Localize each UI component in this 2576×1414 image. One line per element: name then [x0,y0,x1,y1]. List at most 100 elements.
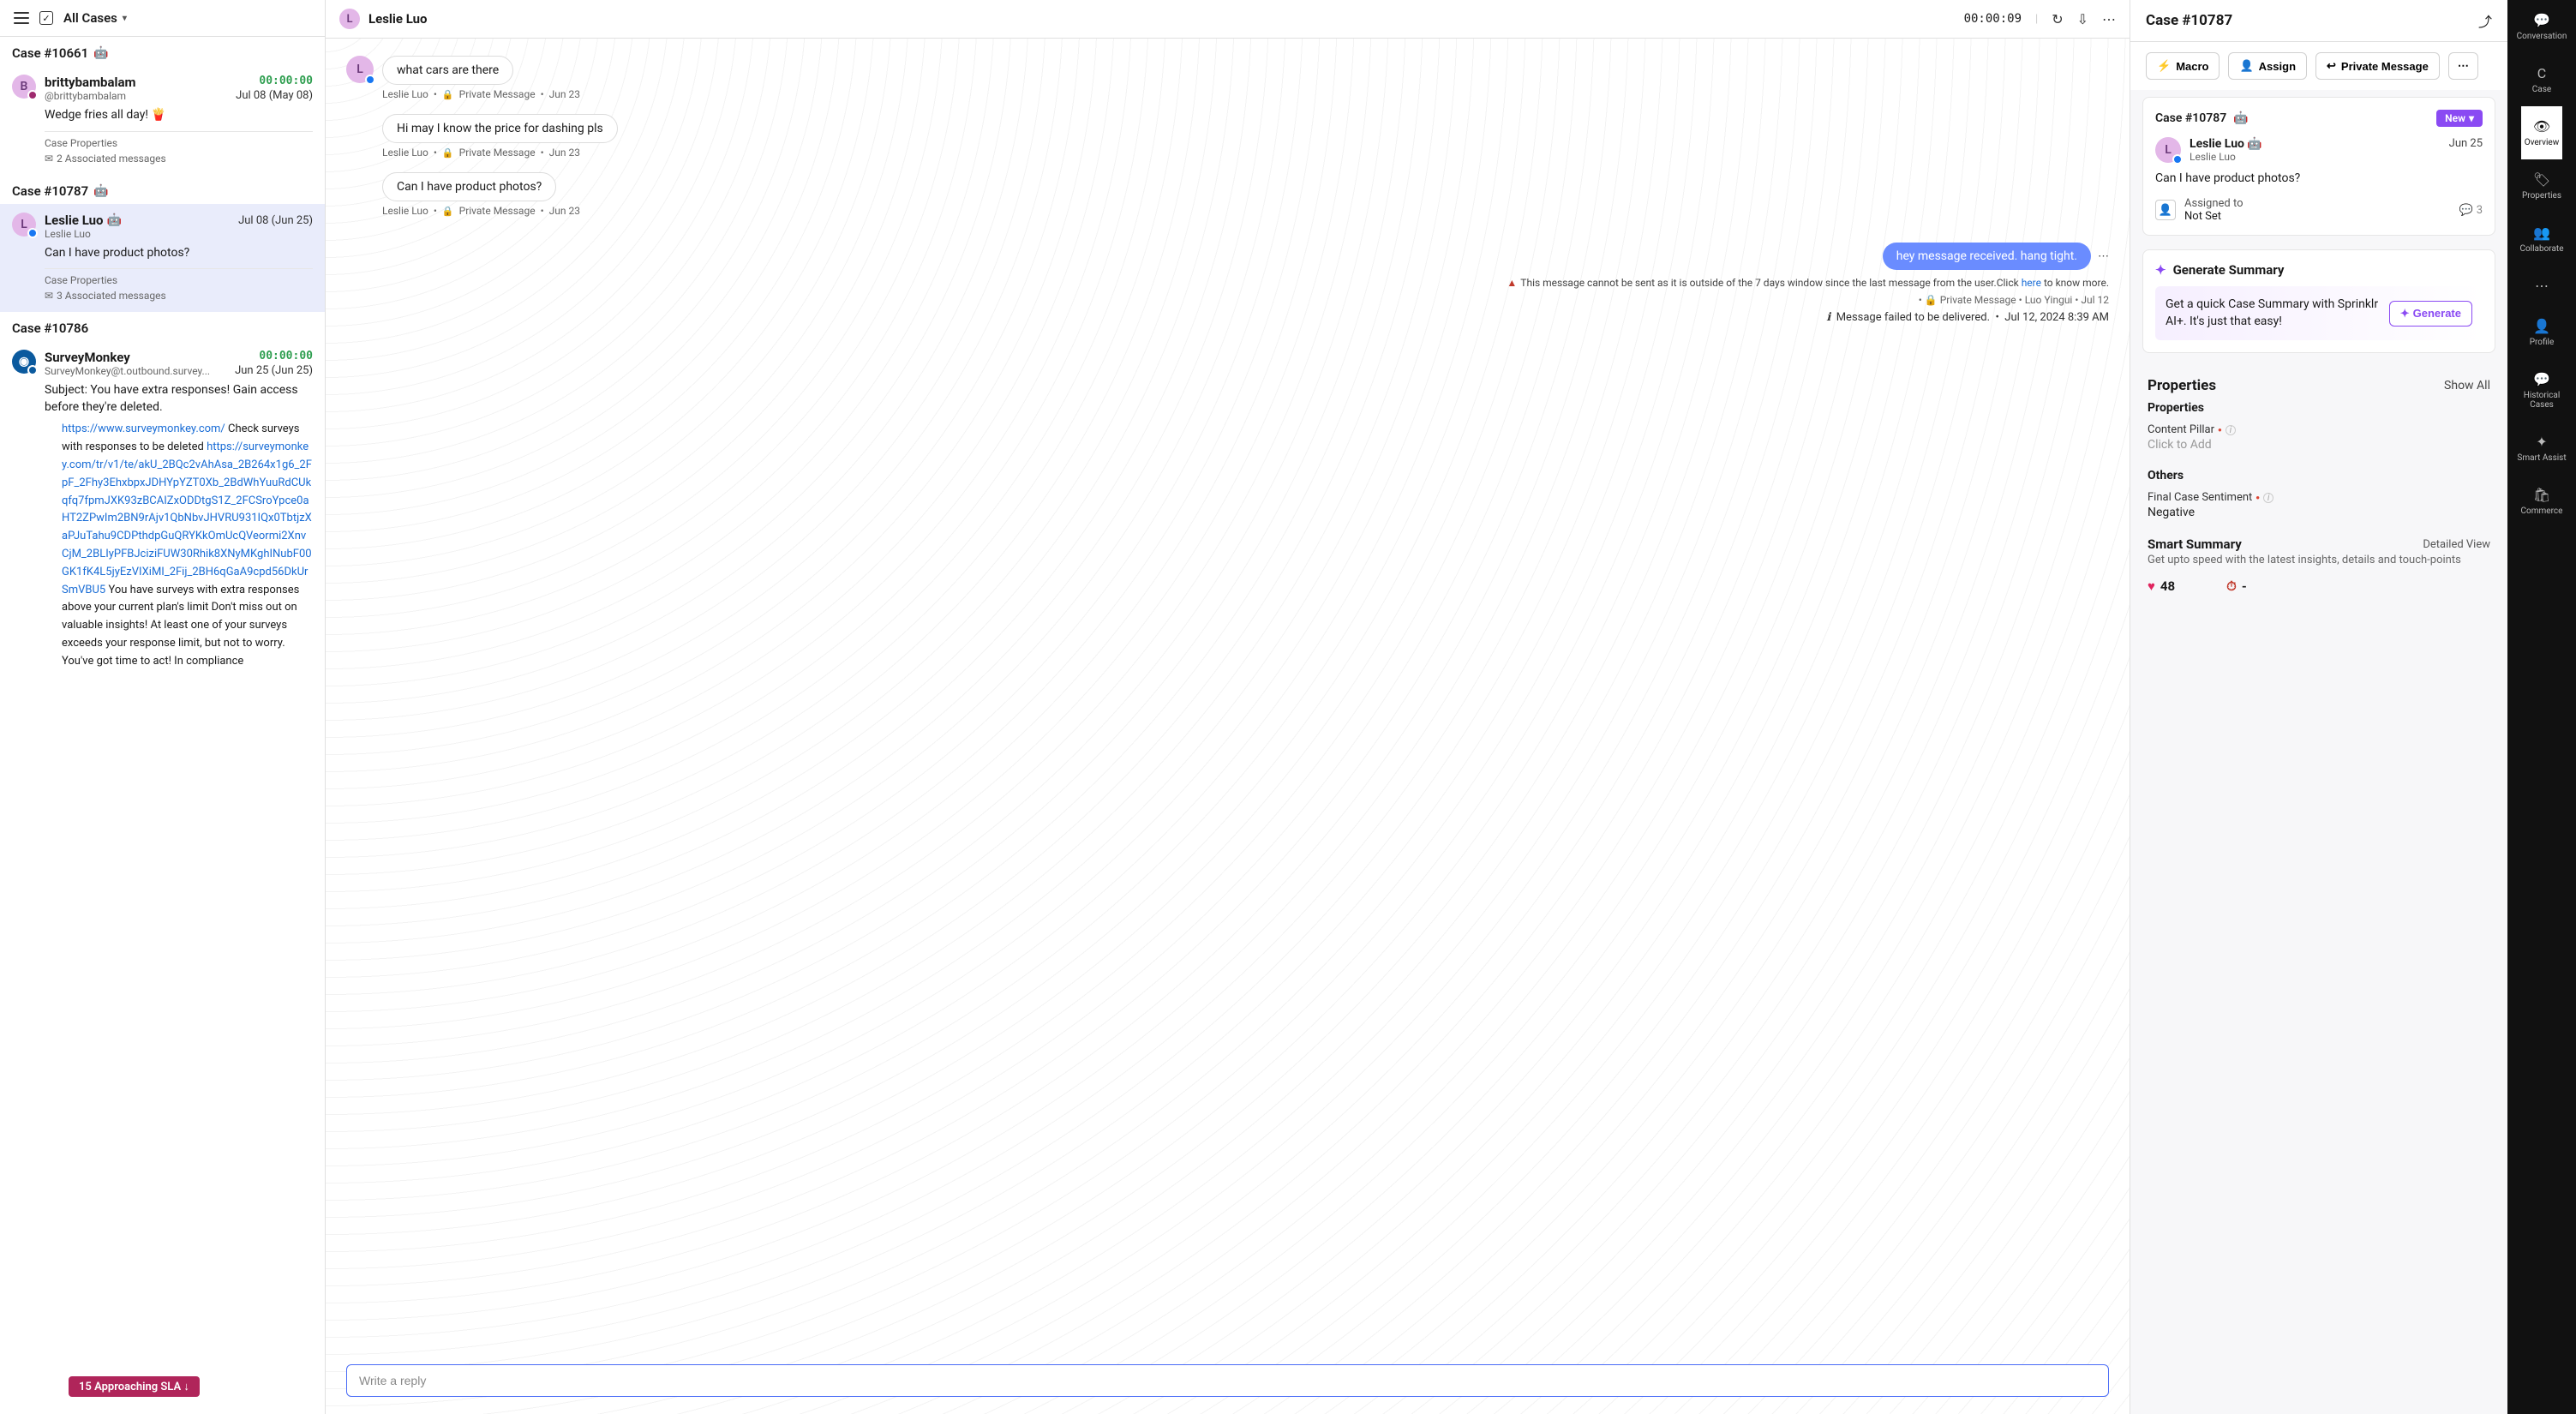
message-meta: Leslie Luo • 🔒 Private Message • Jun 23 [382,88,2109,100]
avatar: L [339,9,360,29]
case-name: SurveyMonkey [45,350,210,365]
comment-count[interactable]: 💬 3 [2459,204,2483,217]
commerce-icon: 🛍 [2533,487,2550,503]
nav-collaborate[interactable]: 👥 Collaborate [2516,213,2567,266]
historical-cases-icon: 💬 [2533,371,2550,387]
reply-input[interactable] [346,1364,2109,1397]
case-name: brittybambalam [45,75,136,90]
status-new-pill[interactable]: New ▾ [2436,110,2483,127]
property-label: Final Case Sentiment ● i [2148,491,2490,504]
nav-conversation[interactable]: 💬Conversation [2513,0,2571,53]
case-subject: Subject: You have extra responses! Gain … [45,382,313,416]
all-cases-dropdown[interactable]: All Cases ▾ [63,10,127,26]
properties-subheading: Properties [2148,401,2490,415]
smart-summary-heading: Smart Summary [2148,536,2242,552]
nav-case[interactable]: C Case [2529,53,2555,106]
generate-summary-heading: ✦ Generate Summary [2155,262,2483,278]
nav-smart-assist[interactable]: ✦Smart Assist [2513,422,2569,475]
property-value[interactable]: Click to Add [2148,438,2490,452]
stat-time: ⏱ - [2226,578,2247,594]
case-properties-label: Case Properties [45,268,313,286]
nav-label: Properties [2522,191,2561,201]
person-handle: Leslie Luo [2190,151,2262,163]
associated-messages: ✉ 3 Associated messages [45,290,313,302]
case-icon: C [2537,65,2546,81]
nav-label: Commerce [2521,506,2563,516]
nav-label: Profile [2530,338,2555,347]
property-label: Content Pillar ● i [2148,423,2490,436]
case-title: Case #10787 [2146,12,2232,29]
person-name: Leslie Luo 🤖 [2190,137,2262,151]
properties-heading: Properties [2148,377,2216,394]
message-meta: Leslie Luo • 🔒 Private Message • Jun 23 [382,147,2109,159]
case-timer: 00:00:00 [235,350,313,362]
message-meta: Leslie Luo • 🔒 Private Message • Jun 23 [382,205,2109,217]
associated-messages: ✉ 2 Associated messages [45,153,313,165]
case-id-header: Case #10786 [0,312,325,341]
nav-properties[interactable]: 🏷 Properties [2519,159,2565,213]
case-preview: Wedge fries all day! 🍟 [45,107,313,124]
select-all-checkbox[interactable]: ✓ [39,11,53,25]
message-bubble: Can I have product photos? [382,172,556,201]
hamburger-menu[interactable] [14,12,29,24]
case-handle: @brittybambalam [45,90,136,102]
properties-icon: 🏷 [2533,171,2550,188]
nav-label: Case [2532,85,2551,94]
nav-historical-cases[interactable]: 💬 Historical Cases [2507,359,2576,422]
link[interactable]: https://surveymonkey.com/tr/v1/te/akU_2B… [62,440,312,596]
assigned-to-label: Assigned to [2184,197,2244,210]
outgoing-meta: • 🔒 Private Message • Luo Yingui • Jul 1… [346,294,2109,306]
case-card[interactable]: L Leslie Luo 🤖 Leslie Luo Jul 08 (Jun 25… [0,204,325,313]
property-value: Negative [2148,506,2490,519]
nav-label: Smart Assist [2517,453,2566,463]
others-subheading: Others [2148,469,2490,482]
assigned-to-value: Not Set [2184,210,2244,223]
message-failed: ℹ Message failed to be delivered. • Jul … [346,311,2109,324]
more-button[interactable]: ⋯ [2448,52,2478,80]
conversation-timer: 00:00:09 [1964,12,2022,26]
info-icon[interactable]: i [2263,493,2273,503]
nav-commerce[interactable]: 🛍 Commerce [2518,475,2567,528]
collaborate-icon: 👥 [2533,225,2550,241]
case-handle: SurveyMonkey@t.outbound.survey... [45,365,210,377]
sla-approaching-pill[interactable]: 15 Approaching SLA ↓ [69,1376,200,1397]
nav-label: Collaborate [2519,244,2563,254]
message-error: ▲This message cannot be sent as it is ou… [346,277,2109,289]
nav-label: Overview [2525,138,2560,147]
nav-label: Conversation [2517,32,2567,41]
message-more-icon[interactable]: ⋯ [2098,250,2109,263]
smart-summary-sub: Get upto speed with the latest insights,… [2148,554,2490,566]
stat-likes: ♥ 48 [2148,578,2175,594]
detailed-view-link[interactable]: Detailed View [2423,538,2490,551]
generate-button[interactable]: ✦ Generate [2389,301,2472,327]
download-icon[interactable]: ⇩ [2077,11,2088,27]
show-all-link[interactable]: Show All [2444,379,2490,392]
more-icon[interactable]: ⋯ [2102,11,2116,27]
link[interactable]: https://www.surveymonkey.com/ [62,422,225,435]
case-body: https://www.surveymonkey.com/ Check surv… [45,421,313,670]
case-card[interactable]: ◉ SurveyMonkey SurveyMonkey@t.outbound.s… [0,341,325,680]
nav-profile[interactable]: 👤Profile [2526,306,2558,359]
case-id-header: Case #10787🤖 [0,175,325,204]
case-card[interactable]: B brittybambalam @brittybambalam 00:00:0… [0,66,325,175]
avatar: L [12,213,36,237]
case-name: Leslie Luo 🤖 [45,213,122,228]
case-id-header: Case #10661🤖 [0,37,325,66]
nav-label: Historical Cases [2511,391,2573,410]
info-icon[interactable]: i [2226,425,2236,435]
avatar: ◉ [12,350,36,374]
error-link[interactable]: here [2022,277,2041,289]
nav-more[interactable]: ⋯ [2531,266,2552,306]
message-bubble-outgoing: hey message received. hang tight. [1883,243,2091,270]
share-icon[interactable]: ⤴ [2478,10,2492,31]
nav-overview[interactable]: 👁 Overview [2521,106,2563,159]
assignee-avatar[interactable]: 👤 [2155,200,2176,220]
case-properties-label: Case Properties [45,131,313,149]
overview-icon: 👁 [2533,118,2550,135]
assign-button[interactable]: 👤 Assign [2228,52,2307,80]
private-message-button[interactable]: ↩ Private Message [2315,52,2440,80]
case-preview: Can I have product photos? [2155,171,2483,185]
case-date: Jul 08 (May 08) [236,89,313,102]
refresh-icon[interactable]: ↻ [2052,11,2063,27]
macro-button[interactable]: ⚡ Macro [2146,52,2220,80]
